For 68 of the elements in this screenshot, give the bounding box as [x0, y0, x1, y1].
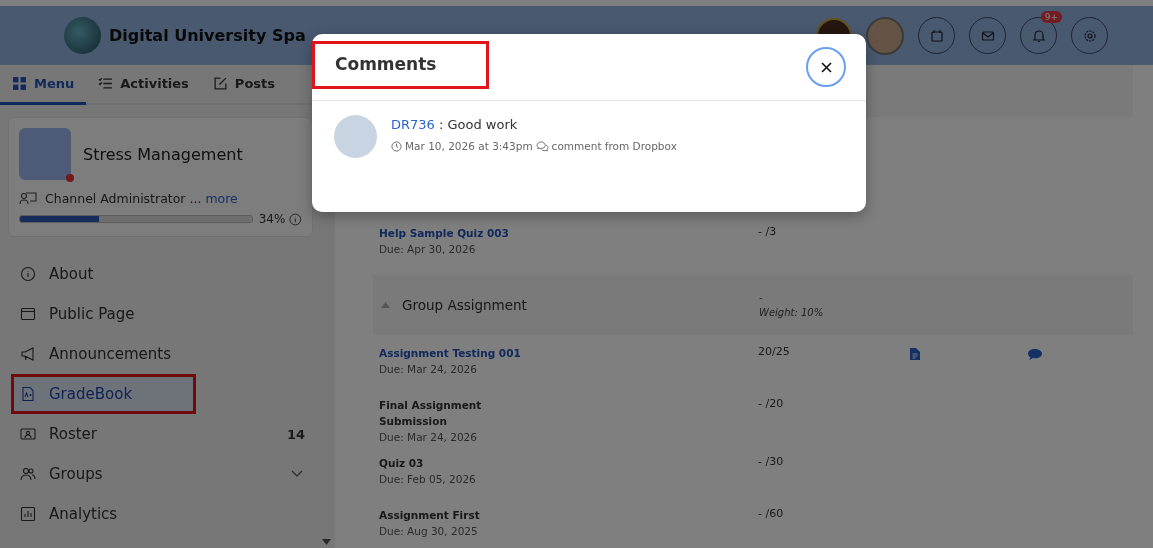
presenter-icon	[19, 190, 37, 206]
due-date: Due: Aug 30, 2025	[379, 525, 479, 537]
assignment-link[interactable]: Help Sample Quiz 003	[379, 225, 758, 241]
info-icon[interactable]	[289, 212, 302, 226]
assignment-title: Final Assignment Submission	[379, 398, 483, 429]
score: - /60	[758, 507, 785, 522]
id-card-icon	[20, 426, 36, 442]
window-icon	[20, 306, 36, 322]
comment-text: DR736 : Good work	[391, 117, 519, 132]
settings-icon	[1082, 28, 1097, 43]
close-button[interactable]	[806, 47, 846, 87]
menu-item[interactable]: Analytics	[0, 497, 313, 531]
notification-badge: 9+	[1040, 11, 1062, 23]
channel-name: Stress Management	[83, 144, 243, 164]
chat-bubbles-icon	[535, 140, 549, 152]
assignment-title: Quiz 03	[379, 456, 425, 471]
comment-source: comment from Dropbox	[551, 140, 677, 152]
comment-time: Mar 10, 2026 at 3:43pm	[405, 140, 533, 152]
checklist-icon	[98, 76, 114, 91]
document-icon	[20, 386, 36, 402]
bell-icon	[1031, 28, 1046, 43]
roster-count: 14	[286, 426, 305, 442]
menu-item[interactable]: Roster 14	[0, 417, 313, 451]
channel-image-placeholder	[19, 128, 71, 180]
people-icon	[20, 466, 36, 482]
due-date: Due: Mar 24, 2026	[379, 431, 478, 443]
megaphone-icon	[20, 346, 36, 362]
group-title: Group Assignment	[402, 297, 527, 313]
grid-icon	[12, 76, 27, 91]
info-icon	[20, 266, 36, 282]
due-date: Due: Mar 24, 2026	[379, 363, 478, 375]
edit-icon	[212, 76, 228, 91]
mail-icon	[980, 28, 995, 43]
sidebar-tab[interactable]: Activities	[86, 65, 201, 105]
chevron-down-icon[interactable]	[291, 470, 303, 478]
calendar-icon	[929, 28, 944, 43]
document-icon[interactable]	[910, 348, 920, 360]
collapse-caret-icon[interactable]	[381, 302, 390, 308]
score: - /3	[758, 225, 778, 240]
score: - /20	[758, 397, 785, 412]
due-date: Due: Feb 05, 2026	[379, 473, 477, 485]
assignment-title: Assignment First	[379, 508, 481, 523]
more-link[interactable]: more	[205, 190, 238, 206]
sidebar-tab[interactable]: Posts	[200, 65, 287, 105]
score: - /30	[758, 455, 785, 470]
menu-item[interactable]: About	[0, 257, 313, 291]
bar-chart-icon	[20, 506, 36, 522]
avatar-placeholder	[334, 115, 377, 158]
sidebar-tab[interactable]: Menu	[0, 65, 87, 105]
menu-item[interactable]: Groups	[0, 457, 313, 491]
channel-role: Channel Administrator ...	[45, 190, 202, 206]
menu-item[interactable]: Announcements	[0, 337, 313, 371]
scroll-down-icon[interactable]	[322, 539, 331, 545]
dialog-title: Comments	[312, 41, 490, 89]
due-date: Due: Apr 30, 2026	[379, 243, 477, 255]
author-link[interactable]: DR736	[391, 117, 435, 132]
comment-icon[interactable]	[1028, 349, 1042, 360]
logo-icon	[64, 17, 101, 54]
menu-item[interactable]: GradeBook	[14, 377, 193, 411]
clock-icon	[391, 140, 402, 152]
score: 20/25	[758, 345, 791, 360]
progress-reading: 34%	[258, 212, 286, 226]
group-score: -	[759, 292, 764, 303]
menu-item[interactable]: Public Page	[0, 297, 313, 331]
site-title[interactable]: Digital University Spa	[109, 26, 306, 45]
group-weight: Weight: 10%	[759, 307, 824, 318]
close-icon	[820, 61, 832, 73]
assignment-link[interactable]: Assignment Testing 001	[379, 345, 758, 361]
